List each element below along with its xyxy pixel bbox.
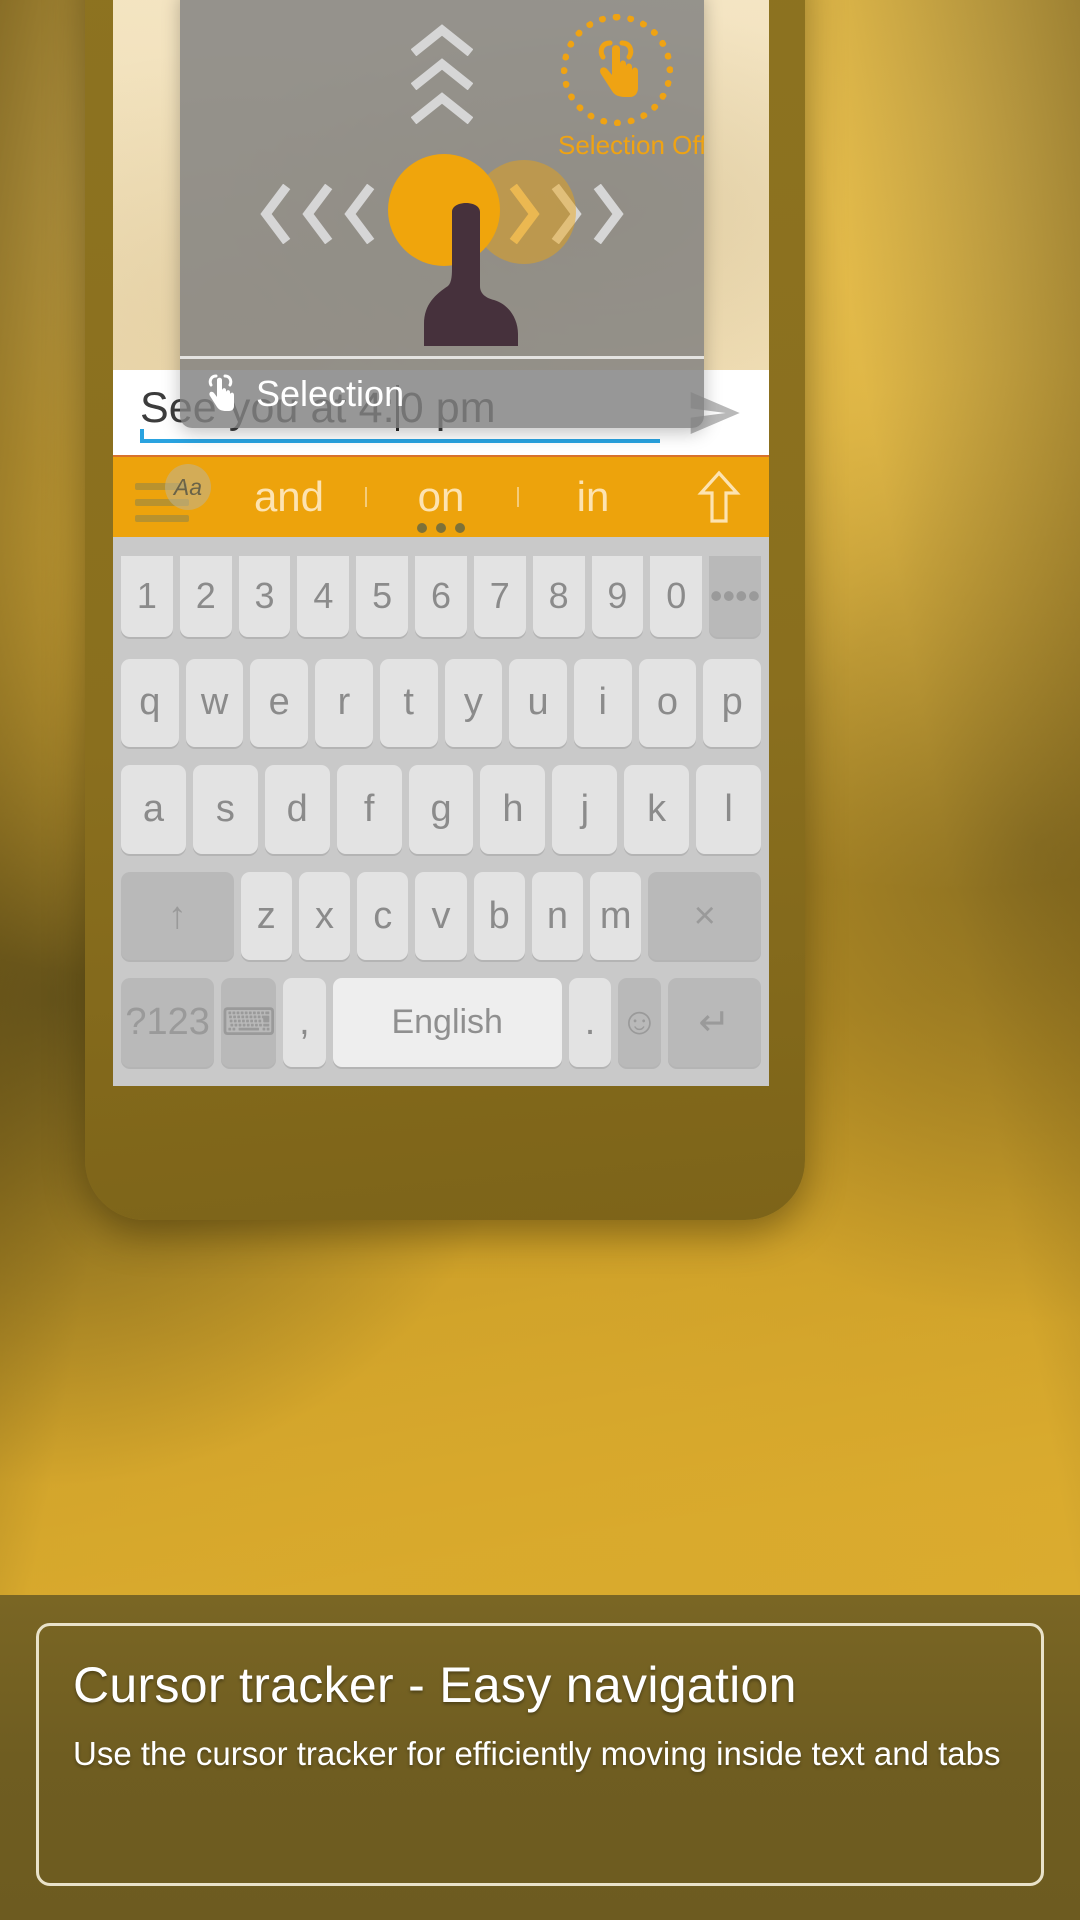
tap-finger-icon: [208, 374, 234, 411]
chevron-left-icon: [302, 184, 333, 244]
key-0[interactable]: 0: [650, 556, 703, 637]
key-j[interactable]: j: [552, 765, 618, 854]
expand-suggestions-button[interactable]: [669, 469, 769, 525]
phone-device-frame: See you at 4:0 pm Aa and on: [85, 0, 805, 1220]
chevron-up-icon: [411, 92, 473, 124]
cursor-left-controls[interactable]: [258, 184, 376, 244]
key-2[interactable]: 2: [179, 556, 232, 637]
chevron-up-icon: [411, 24, 473, 56]
cursor-up-controls[interactable]: [411, 22, 473, 124]
suggestion-item-0[interactable]: and: [213, 473, 365, 521]
cursor-tracker-overlay[interactable]: Selection Off Selection: [180, 0, 704, 428]
keyboard-row-q: q w e r t y u i o p: [117, 650, 765, 757]
key-i[interactable]: i: [573, 658, 632, 748]
selection-toggle-label: Selection Off: [558, 130, 704, 160]
key-enter[interactable]: ↵: [667, 978, 762, 1067]
key-d[interactable]: d: [264, 765, 330, 854]
key-l[interactable]: l: [696, 765, 762, 854]
key-y[interactable]: y: [444, 658, 503, 748]
key-n[interactable]: n: [531, 871, 584, 961]
keyboard-row-a: a s d f g h j k l: [117, 756, 765, 863]
key-w[interactable]: w: [185, 658, 244, 748]
key-r[interactable]: r: [315, 658, 373, 748]
arrow-up-expand-icon: [697, 470, 741, 523]
suggestion-label: on: [417, 473, 465, 520]
key-b[interactable]: b: [473, 871, 525, 961]
key-h[interactable]: h: [480, 765, 546, 854]
key-7[interactable]: 7: [473, 556, 526, 637]
menu-badge-aa: Aa: [165, 464, 211, 510]
key-5[interactable]: 5: [356, 556, 409, 637]
selection-toggle-ring: [561, 14, 673, 126]
key-p[interactable]: p: [703, 658, 762, 748]
key-backspace[interactable]: ×: [648, 871, 762, 961]
suggestion-item-1[interactable]: on: [365, 473, 517, 533]
chevron-right-icon: [593, 184, 624, 244]
key-z[interactable]: z: [240, 871, 292, 961]
thumb-finger-icon: [424, 203, 518, 346]
keyboard-row-numbers: 1 2 3 4 5 6 7 8 9 0 ••••: [117, 543, 765, 650]
key-8[interactable]: 8: [532, 556, 585, 637]
key-keyboard-switch[interactable]: ⌨: [221, 978, 277, 1067]
key-comma[interactable]: ,: [283, 978, 326, 1067]
key-4[interactable]: 4: [297, 556, 350, 637]
on-screen-keyboard: 1 2 3 4 5 6 7 8 9 0 •••• q w e r t y u i: [113, 537, 769, 1086]
key-s[interactable]: s: [192, 765, 258, 854]
hamburger-menu-icon[interactable]: Aa: [113, 457, 213, 537]
menu-line-3: [135, 515, 189, 522]
keyboard-row-bottom: ?123 ⌨ , English . ☺ ↵: [117, 969, 765, 1076]
phone-screen: See you at 4:0 pm Aa and on: [113, 0, 769, 1086]
chevron-up-icon: [411, 58, 473, 90]
key-o[interactable]: o: [638, 658, 697, 748]
key-q[interactable]: q: [120, 658, 179, 748]
suggestion-label: and: [253, 473, 325, 520]
caption-subtitle: Use the cursor tracker for efficiently m…: [73, 1735, 1001, 1772]
key-x[interactable]: x: [298, 871, 351, 961]
key-c[interactable]: c: [357, 871, 409, 961]
chevron-left-icon: [260, 184, 291, 244]
caption-box: Cursor tracker - Easy navigation Use the…: [36, 1623, 1044, 1886]
key-emoji[interactable]: ☺: [618, 978, 661, 1067]
key-more-options[interactable]: ••••: [709, 556, 761, 637]
key-1[interactable]: 1: [121, 556, 173, 637]
key-3[interactable]: 3: [238, 556, 291, 637]
key-period[interactable]: .: [568, 978, 612, 1067]
key-m[interactable]: m: [590, 871, 642, 961]
key-a[interactable]: a: [121, 765, 186, 854]
key-k[interactable]: k: [624, 765, 690, 854]
tap-finger-icon: [598, 40, 638, 97]
caption-area: Cursor tracker - Easy navigation Use the…: [0, 1595, 1080, 1920]
keyboard-row-z: ↑ z x c v b n m ×: [117, 863, 765, 970]
key-t[interactable]: t: [379, 658, 438, 748]
suggestion-label: in: [576, 473, 610, 520]
key-space[interactable]: English: [332, 978, 562, 1067]
key-u[interactable]: u: [509, 658, 567, 748]
key-g[interactable]: g: [408, 765, 474, 854]
selection-toggle-button[interactable]: Selection Off: [558, 14, 704, 161]
selection-footer-button[interactable]: Selection: [180, 356, 704, 428]
suggestion-more-dots: [417, 523, 465, 533]
suggestion-item-2[interactable]: in: [517, 473, 669, 521]
input-underline: [140, 429, 660, 443]
key-symbols[interactable]: ?123: [120, 978, 215, 1067]
key-shift[interactable]: ↑: [120, 871, 234, 961]
key-f[interactable]: f: [336, 765, 402, 854]
key-v[interactable]: v: [415, 871, 467, 961]
caption-title: Cursor tracker - Easy navigation: [73, 1657, 797, 1713]
key-6[interactable]: 6: [415, 556, 467, 637]
key-e[interactable]: e: [250, 658, 309, 748]
selection-footer-label: Selection: [256, 372, 405, 414]
key-9[interactable]: 9: [591, 556, 644, 637]
suggestion-bar: Aa and on in: [113, 455, 769, 537]
chevron-left-icon: [344, 184, 375, 244]
